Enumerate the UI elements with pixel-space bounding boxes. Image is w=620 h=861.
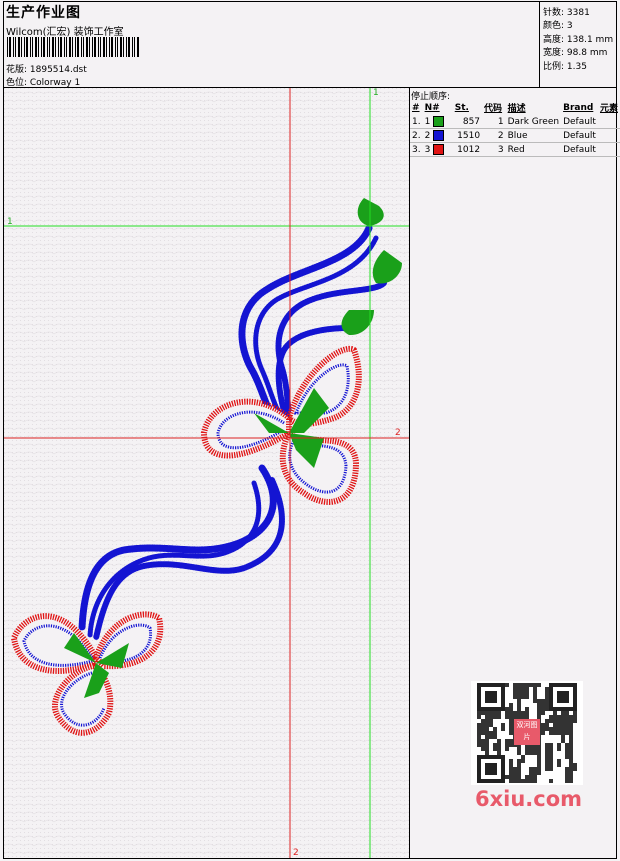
row-needle: 3 [422, 142, 453, 157]
stat-colors: 颜色: 3 [543, 21, 573, 31]
stat-scale: 比例: 1.35 [543, 62, 587, 72]
red-horizontal-label: 2 [395, 428, 401, 438]
col-stitches: St. [454, 102, 469, 113]
color-swatch [433, 130, 445, 141]
row-element [597, 142, 620, 157]
color-swatch [433, 116, 445, 127]
page-title: 生产作业图 [6, 5, 81, 21]
green-horizontal-label: 1 [7, 217, 13, 227]
red-vertical-label: 2 [293, 848, 299, 858]
stop-row: 2. 2 1510 2 Blue Default [410, 128, 620, 143]
row-index: 1. [410, 115, 423, 129]
stat-stitches: 针数: 3381 [543, 8, 590, 18]
row-description: Blue [505, 128, 562, 143]
row-index: 2. [410, 128, 423, 143]
stat-height: 高度: 138.1 mm [543, 35, 614, 45]
row-element [597, 128, 620, 143]
green-vertical-label: 1 [373, 88, 379, 98]
row-needle: 1 [422, 115, 453, 129]
row-code: 1 [482, 115, 506, 129]
barcode [7, 37, 139, 57]
row-needle: 2 [422, 128, 453, 143]
row-brand: Default [561, 115, 598, 129]
stop-sequence-table: # N# St. 代码 描述 Brand 元素 1. 1 857 1 Dark Gre… [410, 100, 620, 157]
embroidery-design [4, 88, 409, 858]
row-brand: Default [561, 142, 598, 157]
stop-row: 3. 3 1012 3 Red Default [410, 142, 620, 157]
software-name: Wilcom(汇宏) 装饰工作室 [6, 27, 124, 38]
row-description: Red [505, 142, 562, 157]
row-brand: Default [561, 128, 598, 143]
row-stitches: 1510 [452, 128, 483, 143]
design-file-label: 花版: 1895514.dst [6, 65, 87, 75]
color-swatch [433, 144, 445, 155]
col-needle: N# [424, 102, 440, 113]
col-code: 代码 [484, 104, 503, 114]
row-code: 3 [482, 142, 506, 157]
col-brand: Brand [563, 102, 594, 113]
row-element [597, 115, 620, 129]
col-element: 元素 [599, 104, 618, 114]
watermark-site: 6xiu.com [475, 787, 583, 811]
row-code: 2 [482, 128, 506, 143]
row-stitches: 857 [452, 115, 483, 129]
col-index: # [412, 102, 420, 113]
row-stitches: 1012 [452, 142, 483, 157]
col-description: 描述 [507, 104, 526, 114]
stamp-seal: 双河图片 [514, 719, 540, 745]
row-index: 3. [410, 142, 423, 157]
row-description: Dark Green [505, 115, 562, 129]
production-worksheet: 生产作业图 Wilcom(汇宏) 装饰工作室 花版: 1895514.dst 色… [0, 0, 620, 861]
stat-width: 宽度: 98.8 mm [543, 48, 608, 58]
stop-row: 1. 1 857 1 Dark Green Default [410, 115, 620, 129]
